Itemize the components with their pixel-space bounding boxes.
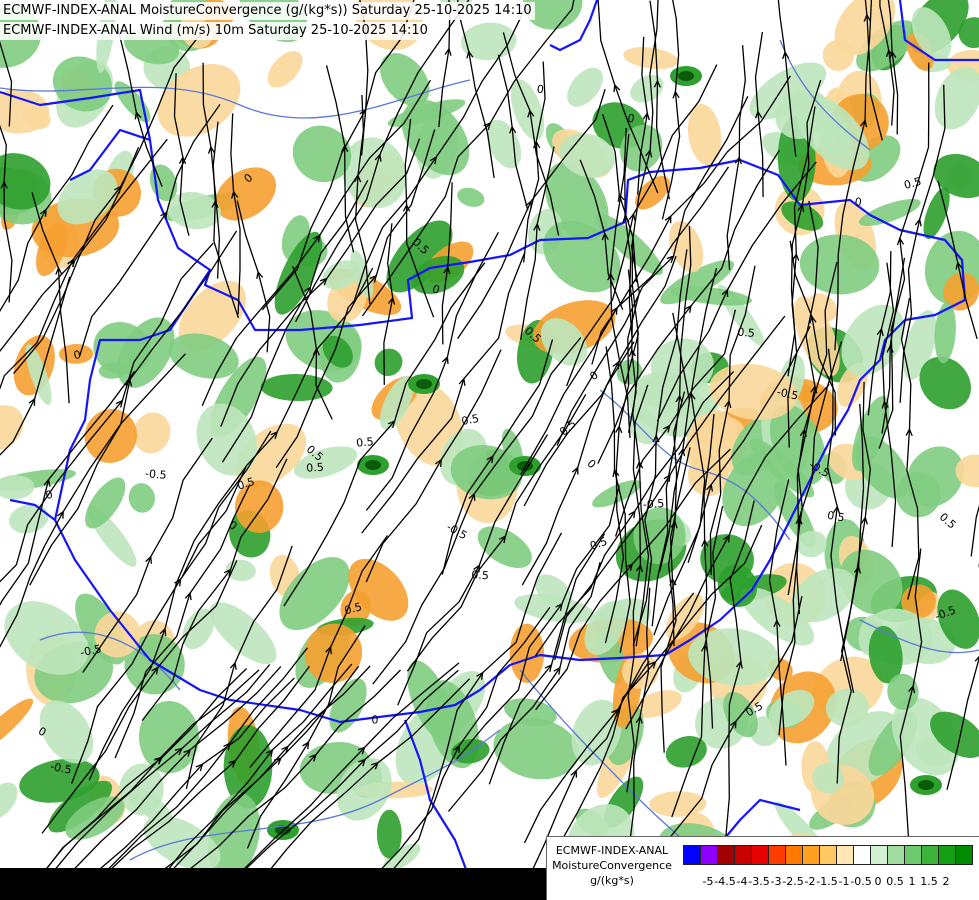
legend-unit: g/(kg*s) xyxy=(590,874,634,887)
legend-model: ECMWF-INDEX-ANAL xyxy=(555,844,669,857)
contour-label: 0 xyxy=(536,82,545,96)
convergence-cell xyxy=(267,51,303,88)
contour-label: 0 xyxy=(371,713,378,726)
legend-swatch xyxy=(734,845,752,865)
convergence-cell xyxy=(209,602,277,665)
legend-swatch xyxy=(921,845,939,865)
legend-tick-label: -2.5 xyxy=(782,875,804,888)
legend-tick-label: -4 xyxy=(736,875,748,888)
contour-label: 0.5 xyxy=(937,510,959,531)
contour-label: -0.5 xyxy=(444,520,469,542)
legend-tick-label: -3 xyxy=(770,875,782,888)
legend-swatch xyxy=(853,845,871,865)
moisture-convergence-field xyxy=(0,0,979,894)
convergence-cell xyxy=(114,81,151,123)
legend-tick-label: -1 xyxy=(838,875,850,888)
legend-tick-label: -4.5 xyxy=(714,875,736,888)
legend-tick-label: -0.5 xyxy=(850,875,872,888)
wind-streamline xyxy=(649,0,671,200)
legend-color-scale xyxy=(683,845,973,865)
contour-label: 0 xyxy=(854,195,862,209)
legend-swatch xyxy=(870,845,888,865)
contour-label: 0.5 xyxy=(737,326,756,340)
contour-label: 0 xyxy=(584,457,598,471)
convergence-peak xyxy=(365,460,381,470)
legend-swatch xyxy=(802,845,820,865)
legend-swatch xyxy=(785,845,803,865)
convergence-cell xyxy=(493,718,579,780)
contour-label: 0 xyxy=(44,488,54,502)
convergence-cell xyxy=(374,348,403,377)
title-wind: ECMWF-INDEX-ANAL Wind (m/s) 10m Saturday… xyxy=(0,22,431,40)
contour-label: 0.5 xyxy=(306,461,324,475)
legend-swatch xyxy=(751,845,769,865)
legend-swatch xyxy=(819,845,837,865)
legend-tick-label: 0.5 xyxy=(886,875,904,888)
legend-parameter: MoistureConvergence xyxy=(552,859,672,872)
convergence-cell xyxy=(9,504,49,534)
legend-tick-label: -1.5 xyxy=(816,875,838,888)
legend-tick-label: -5 xyxy=(702,875,714,888)
convergence-cell xyxy=(457,187,485,207)
convergence-peak xyxy=(678,71,694,81)
contour-label: 0.5 xyxy=(588,535,609,553)
convergence-cell xyxy=(128,483,155,513)
legend-tick-label: -3.5 xyxy=(748,875,770,888)
contour-label: 0.5 xyxy=(557,417,579,438)
legend-tick-labels: -5 -4.5 -4 -3.5 -3 -2.5 -2 -1.5 -1 -0.5 0 0.5 1 1.5 2 xyxy=(683,875,979,889)
legend-swatch xyxy=(955,845,973,865)
legend-tick-label: 1.5 xyxy=(920,875,938,888)
contour-label: -0.5 xyxy=(145,467,168,482)
convergence-cell xyxy=(52,56,113,112)
legend-tick-label: 2 xyxy=(942,875,950,888)
map-viewer: 0.5 0 -0.5 0.5 0 0.5 -0.5 0 0.5 0.5 0 -0.5 0.5 0 0.5 -0… xyxy=(0,0,979,900)
legend-swatch xyxy=(836,845,854,865)
legend-tick-label: 0 xyxy=(874,875,882,888)
contour-label: 0.5 xyxy=(826,509,845,525)
convergence-cell xyxy=(0,698,34,756)
legend-swatch xyxy=(768,845,786,865)
contour-label: 0.5 xyxy=(356,435,375,450)
legend-swatch xyxy=(683,845,701,865)
legend-tick-label: -2 xyxy=(804,875,816,888)
legend-swatch xyxy=(700,845,718,865)
contour-label: 0.5 xyxy=(903,175,923,192)
moisture-convergence-map: 0.50-0.50.500.5-0.500.50.50-0.50.500.5-0… xyxy=(0,0,979,894)
convergence-cell xyxy=(138,701,200,774)
contour-label: 0.5 xyxy=(471,568,489,582)
contour-label: -0.5 xyxy=(643,497,665,511)
legend-swatch xyxy=(938,845,956,865)
legend-swatch xyxy=(717,845,735,865)
convergence-peak xyxy=(918,780,934,790)
convergence-peak xyxy=(416,379,432,389)
wind-streamline xyxy=(726,45,746,271)
contour-label: 0.5 xyxy=(460,412,480,428)
legend-tick-label: 1 xyxy=(908,875,916,888)
legend-swatch xyxy=(887,845,905,865)
convergence-cell xyxy=(630,74,664,103)
country-border xyxy=(53,269,211,521)
legend: ECMWF-INDEX-ANAL MoistureConvergence g/(… xyxy=(546,836,979,900)
title-moisture-convergence: ECMWF-INDEX-ANAL MoistureConvergence (g/… xyxy=(0,2,535,20)
legend-swatch xyxy=(904,845,922,865)
legend-title: ECMWF-INDEX-ANAL MoistureConvergence g/(… xyxy=(547,843,677,888)
